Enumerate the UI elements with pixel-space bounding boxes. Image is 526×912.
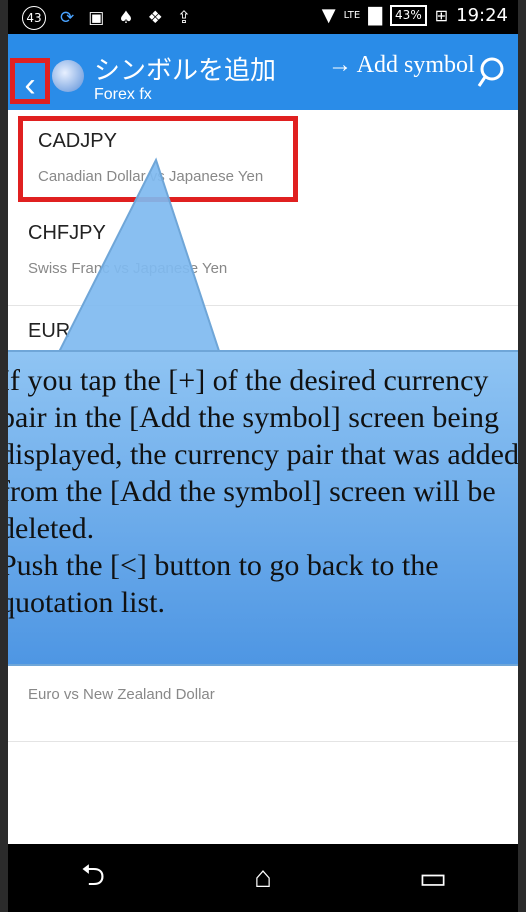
callout-text: If you tap the [+] of the desired curren… bbox=[8, 364, 518, 619]
callout-box: If you tap the [+] of the desired curren… bbox=[8, 350, 518, 666]
recent-apps-icon[interactable]: ▭ bbox=[403, 848, 463, 908]
back-nav-icon[interactable]: ⮌ bbox=[63, 848, 123, 908]
home-icon[interactable]: ⌂ bbox=[233, 848, 293, 908]
phone-screen: 43 ⟳ ▣ ♠ ❖ ⇪ ▼ LTE ▇ 43% ⊞ 19:24 ‹ シンボルを… bbox=[8, 0, 518, 912]
navigation-bar: ⮌ ⌂ ▭ bbox=[8, 844, 518, 912]
